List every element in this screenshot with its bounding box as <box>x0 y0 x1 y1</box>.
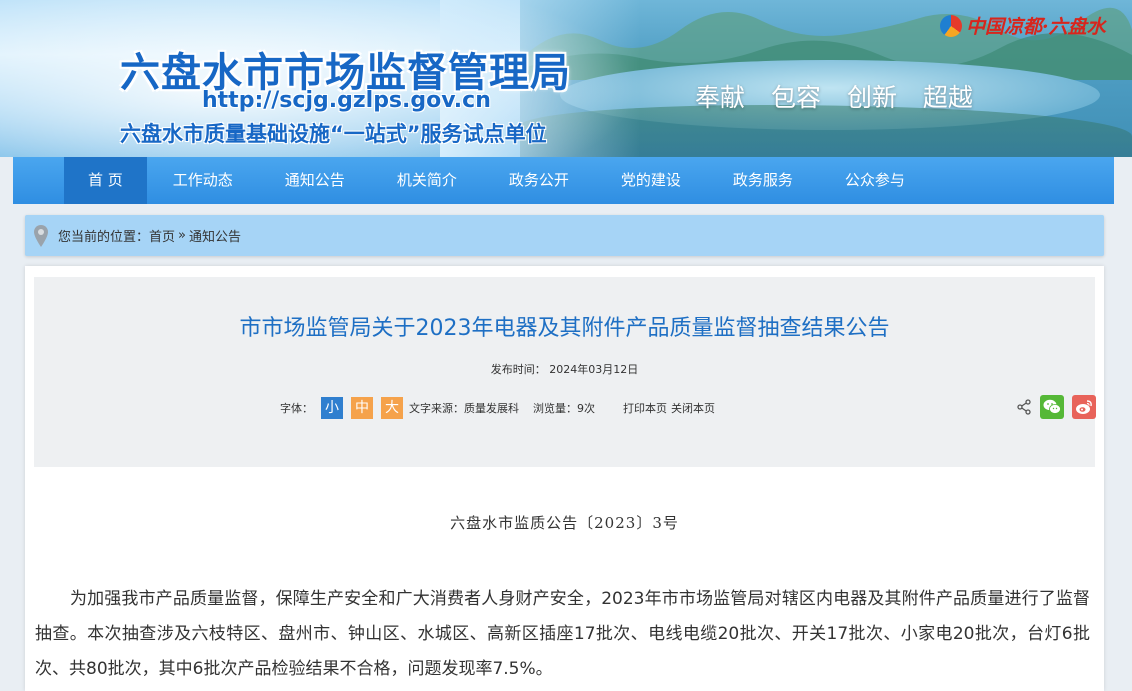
share-icon[interactable] <box>1016 399 1032 415</box>
breadcrumb-prefix: 您当前的位置： <box>58 230 150 245</box>
nav-item-party[interactable]: 党的建设 <box>595 157 707 204</box>
nav-item-notices[interactable]: 通知公告 <box>259 157 371 204</box>
nav-item-work-news[interactable]: 工作动态 <box>147 157 259 204</box>
font-medium-button[interactable]: 中 <box>351 397 373 419</box>
weibo-icon <box>1076 400 1092 414</box>
close-page-link[interactable]: 关闭本页 <box>671 400 715 416</box>
site-url: http://scjg.gzlps.gov.cn <box>202 88 491 113</box>
city-brand-logo: 中国凉都·六盘水 <box>940 12 1106 39</box>
document-number: 六盘水市监质公告〔2023〕3号 <box>450 514 679 532</box>
article-panel: 市市场监管局关于2023年电器及其附件产品质量监督抽查结果公告 发布时间： 20… <box>25 266 1104 691</box>
article-paragraph: 为加强我市产品质量监督，保障生产安全和广大消费者人身财产安全，2023年市市场监… <box>35 589 1090 679</box>
breadcrumb-current-link[interactable]: 通知公告 <box>189 226 241 245</box>
article-source: 文字来源：质量发展科 <box>409 402 519 415</box>
publish-time: 发布时间： 2024年03月12日 <box>490 363 639 376</box>
breadcrumb: 您当前的位置： 首页 » 通知公告 <box>25 215 1104 256</box>
brand-mark-icon <box>940 14 962 37</box>
font-small-button[interactable]: 小 <box>321 397 343 419</box>
wechat-icon <box>1043 399 1061 414</box>
view-count: 浏览量：9次 <box>533 402 595 415</box>
nav-item-about[interactable]: 机关简介 <box>371 157 483 204</box>
print-page-link[interactable]: 打印本页 <box>623 400 667 416</box>
brand-logo-text: 中国凉都·六盘水 <box>966 16 1106 38</box>
nav-item-home[interactable]: 首 页 <box>64 157 147 204</box>
slogan-word: 奉献 <box>695 83 746 112</box>
banner-slogan: 奉献 包容 创新 超越 <box>695 78 991 114</box>
site-subtitle: 六盘水市质量基础设施“一站式”服务试点单位 <box>120 122 547 146</box>
wechat-share-button[interactable] <box>1040 395 1064 419</box>
slogan-word: 包容 <box>770 83 821 112</box>
nav-item-services[interactable]: 政务服务 <box>707 157 819 204</box>
site-banner: 六盘水市市场监督管理局 http://scjg.gzlps.gov.cn 六盘水… <box>0 0 1132 157</box>
nav-item-public[interactable]: 公众参与 <box>819 157 931 204</box>
article-toolbar: 字体： 小 中 大 文字来源：质量发展科 浏览量：9次 打印本页 关闭本页 <box>280 397 719 419</box>
font-size-label: 字体： <box>280 402 313 415</box>
main-nav: 首 页 工作动态 通知公告 机关简介 政务公开 党的建设 政务服务 公众参与 <box>13 157 1114 204</box>
location-pin-icon <box>34 224 48 247</box>
share-bar <box>1016 395 1096 419</box>
article-header: 市市场监管局关于2023年电器及其附件产品质量监督抽查结果公告 发布时间： 20… <box>34 277 1096 467</box>
article-title: 市市场监管局关于2023年电器及其附件产品质量监督抽查结果公告 <box>239 316 890 341</box>
breadcrumb-separator: » <box>178 228 186 243</box>
slogan-word: 超越 <box>922 83 973 112</box>
weibo-share-button[interactable] <box>1072 395 1096 419</box>
font-large-button[interactable]: 大 <box>381 397 403 419</box>
slogan-word: 创新 <box>846 83 897 112</box>
nav-item-gov-affairs[interactable]: 政务公开 <box>483 157 595 204</box>
breadcrumb-home-link[interactable]: 首页 <box>149 226 175 245</box>
